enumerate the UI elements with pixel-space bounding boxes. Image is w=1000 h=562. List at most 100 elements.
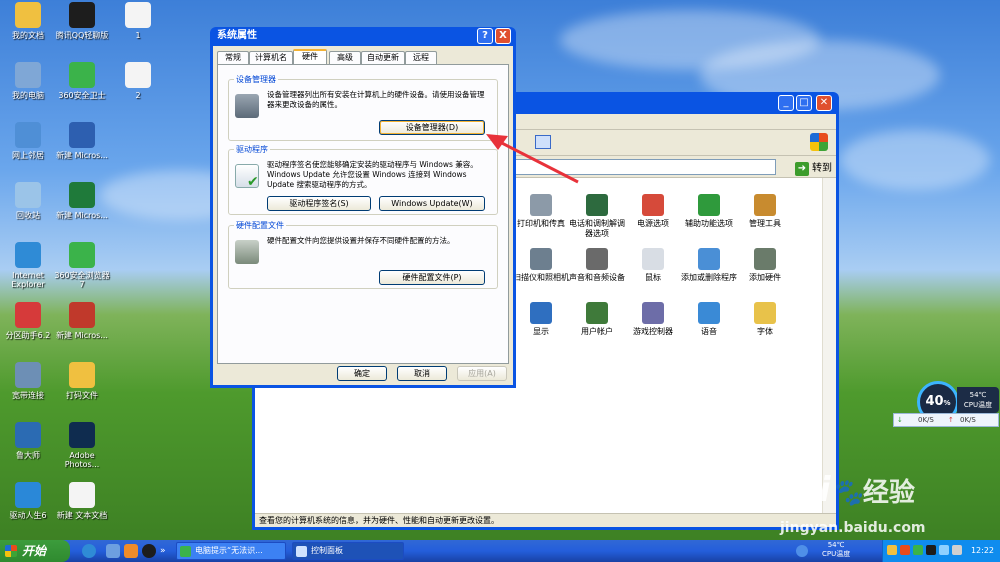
- driver-signing-button[interactable]: 驱动程序签名(S): [267, 196, 371, 211]
- tab-advanced[interactable]: 高级: [329, 51, 361, 64]
- control-panel-item[interactable]: 打印机和传真: [513, 194, 569, 229]
- control-panel-item-label: 管理工具: [749, 219, 781, 228]
- tray-icon[interactable]: [913, 545, 923, 555]
- control-panel-item[interactable]: 电源选项: [625, 194, 681, 229]
- desktop-icon[interactable]: 分区助手6.2: [0, 302, 56, 340]
- desktop-icon[interactable]: 新建 Micros...: [54, 122, 110, 160]
- system-tray: 12:22: [882, 540, 1000, 562]
- status-bar: 查看您的计算机系统的信息，并为硬件、性能和自动更新更改设置。: [255, 513, 836, 527]
- control-panel-item[interactable]: 添加或删除程序: [681, 248, 737, 283]
- control-panel-item-icon: [530, 302, 552, 324]
- desktop-icon[interactable]: Internet Explorer: [0, 242, 56, 289]
- cancel-button[interactable]: 取消: [397, 366, 447, 381]
- desktop-icon[interactable]: Adobe Photos...: [54, 422, 110, 469]
- help-icon[interactable]: ?: [477, 28, 493, 44]
- group-title: 设备管理器: [234, 74, 278, 85]
- tray-icon[interactable]: [887, 545, 897, 555]
- desktop-icon[interactable]: 新建 Micros...: [54, 302, 110, 340]
- download-icon: ↓: [897, 416, 903, 424]
- minimize-icon[interactable]: _: [778, 95, 794, 111]
- maximize-icon[interactable]: □: [796, 95, 812, 111]
- apply-button[interactable]: 应用(A): [457, 366, 507, 381]
- tab-remote[interactable]: 远程: [405, 51, 437, 64]
- control-panel-item[interactable]: 用户帐户: [569, 302, 625, 337]
- desktop-icon[interactable]: 驱动人生6: [0, 482, 56, 520]
- desktop-icon[interactable]: 我的电脑: [0, 62, 56, 100]
- control-panel-item-label: 电源选项: [637, 219, 669, 228]
- control-panel-item[interactable]: 电话和调制解调器选项: [569, 194, 625, 239]
- dialog-titlebar[interactable]: 系统属性 ? X: [213, 27, 513, 46]
- tray-collapse-icon[interactable]: [796, 545, 808, 557]
- control-panel-item[interactable]: 鼠标: [625, 248, 681, 283]
- qq-icon[interactable]: [142, 544, 156, 558]
- close-icon[interactable]: ✕: [816, 95, 832, 111]
- quick-launch-chevron-icon[interactable]: »: [160, 544, 174, 558]
- desktop-icon[interactable]: 新建 文本文档: [54, 482, 110, 520]
- desktop-icon-image: [15, 122, 41, 148]
- tray-icon[interactable]: [926, 545, 936, 555]
- show-desktop-icon[interactable]: [106, 544, 120, 558]
- desktop-icon[interactable]: 我的文档: [0, 2, 56, 40]
- desktop-icon-image: [125, 2, 151, 28]
- windows-logo-icon: [810, 133, 828, 151]
- hardware-profiles-button[interactable]: 硬件配置文件(P): [379, 270, 485, 285]
- control-panel-item-icon: [698, 302, 720, 324]
- tray-icon[interactable]: [939, 545, 949, 555]
- desktop-icon[interactable]: 网上邻居: [0, 122, 56, 160]
- desktop-icon[interactable]: 1: [110, 2, 166, 40]
- control-panel-item[interactable]: 游戏控制器: [625, 302, 681, 337]
- control-panel-item[interactable]: 辅助功能选项: [681, 194, 737, 229]
- taskbar-cpu-temp-label: CPU温度: [822, 550, 851, 558]
- vertical-scrollbar[interactable]: [822, 178, 836, 513]
- desktop-icon[interactable]: 打码文件: [54, 362, 110, 400]
- control-panel-item[interactable]: 声音和音频设备: [569, 248, 625, 283]
- desktop-icon[interactable]: 回收站: [0, 182, 56, 220]
- desktop-icon[interactable]: 360安全卫士: [54, 62, 110, 100]
- desktop-icon-label: Adobe Photos...: [64, 451, 100, 469]
- clock[interactable]: 12:22: [971, 540, 994, 562]
- desktop-icon-image: [69, 422, 95, 448]
- taskbar-item-control-panel[interactable]: 控制面板: [292, 542, 404, 560]
- desktop-icon[interactable]: 宽带连接: [0, 362, 56, 400]
- desktop-icon-image: [15, 242, 41, 268]
- drivers-group: 驱动程序 ✔ 驱动程序签名使您能够确定安装的驱动程序与 Windows 兼容。W…: [228, 144, 498, 215]
- control-panel-item[interactable]: 添加硬件: [737, 248, 793, 283]
- media-player-icon[interactable]: [124, 544, 138, 558]
- desktop-icon[interactable]: 新建 Micros...: [54, 182, 110, 220]
- ok-button[interactable]: 确定: [337, 366, 387, 381]
- ie-icon[interactable]: [82, 544, 96, 558]
- control-panel-item[interactable]: 字体: [737, 302, 793, 337]
- control-panel-item-icon: [586, 248, 608, 270]
- dialog-title: 系统属性: [217, 30, 257, 41]
- desktop-icon-image: [15, 2, 41, 28]
- control-panel-item[interactable]: 扫描仪和照相机: [513, 248, 569, 283]
- control-panel-item-icon: [754, 248, 776, 270]
- control-panel-item[interactable]: 语音: [681, 302, 737, 337]
- control-panel-item-icon: [530, 194, 552, 216]
- tab-general[interactable]: 常规: [217, 51, 249, 64]
- control-panel-item[interactable]: 显示: [513, 302, 569, 337]
- taskbar-item-browser[interactable]: 电脑提示“无法识...: [176, 542, 286, 560]
- windows-update-button[interactable]: Windows Update(W): [379, 196, 485, 211]
- tab-hardware[interactable]: 硬件: [293, 49, 327, 65]
- control-panel-item-label: 语音: [701, 327, 717, 336]
- start-button[interactable]: 开始: [0, 540, 70, 562]
- goto-button[interactable]: ➜ 转到: [795, 159, 832, 176]
- desktop-icon-image: [69, 482, 95, 508]
- desktop-icon[interactable]: 鲁大师: [0, 422, 56, 460]
- desktop-icon-label: 360安全浏览器7: [54, 271, 110, 289]
- tab-computer-name[interactable]: 计算机名: [249, 51, 293, 64]
- baidu-watermark: Bai🐾经验: [770, 470, 915, 510]
- close-icon[interactable]: X: [495, 28, 511, 44]
- desktop-icon[interactable]: 腾讯QQ轻聊版: [54, 2, 110, 40]
- views-icon[interactable]: [535, 135, 551, 149]
- control-panel-item[interactable]: 管理工具: [737, 194, 793, 229]
- tray-icon[interactable]: [900, 545, 910, 555]
- hardware-profiles-group: 硬件配置文件 硬件配置文件向您提供设置并保存不同硬件配置的方法。 硬件配置文件(…: [228, 220, 498, 289]
- desktop-icon[interactable]: 360安全浏览器7: [54, 242, 110, 289]
- desktop-icon[interactable]: 2: [110, 62, 166, 100]
- tray-icon[interactable]: [952, 545, 962, 555]
- desktop-icon-label: 网上邻居: [12, 151, 44, 160]
- device-manager-button[interactable]: 设备管理器(D): [379, 120, 485, 135]
- tab-automatic-updates[interactable]: 自动更新: [361, 51, 405, 64]
